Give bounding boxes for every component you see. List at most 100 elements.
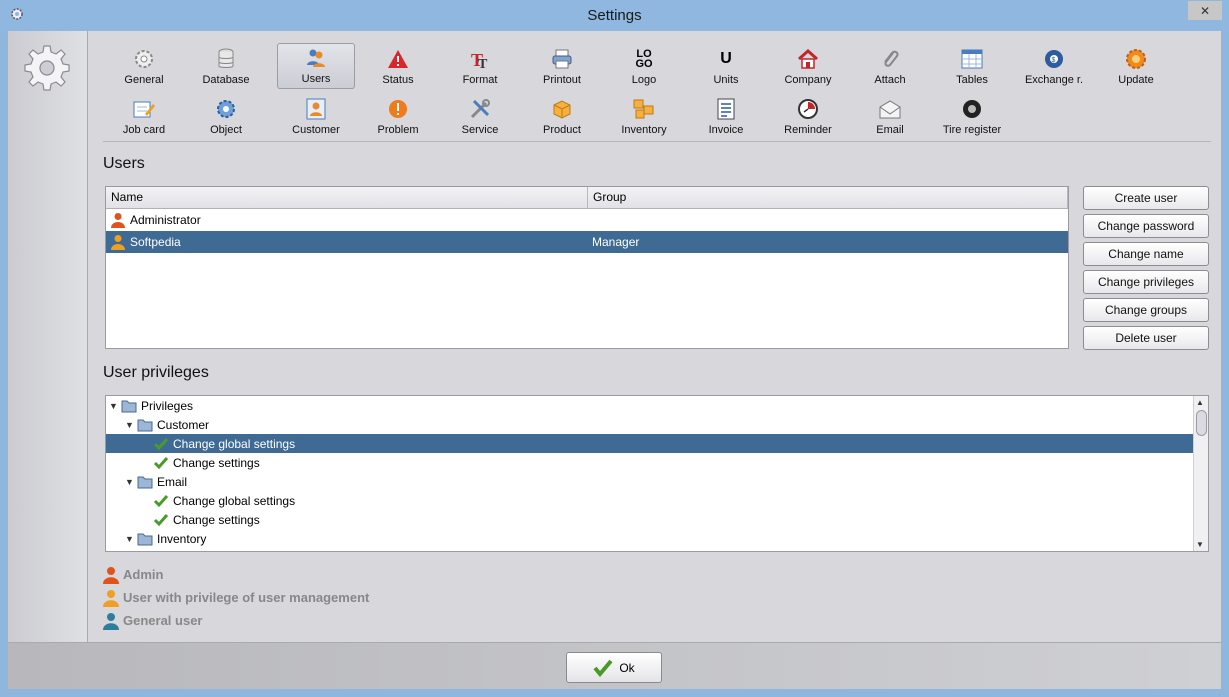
tree-node-customer[interactable]: ▼ Customer <box>106 415 1208 434</box>
tree-label: Change settings <box>173 455 260 470</box>
inventory-icon <box>632 97 656 121</box>
toolbar-status[interactable]: Status <box>359 43 437 89</box>
users-heading: Users <box>103 155 145 172</box>
toolbar-label: Product <box>543 124 581 136</box>
scroll-thumb[interactable] <box>1196 410 1207 436</box>
toolbar-label: Service <box>461 124 499 136</box>
table-icon <box>960 47 984 71</box>
expand-arrow-icon[interactable]: ▼ <box>109 401 119 411</box>
toolbar-label: Object <box>210 124 242 136</box>
tree-node-change-settings[interactable]: Change settings <box>106 510 1208 529</box>
settings-toolbar: General Database Users Status TT Format … <box>105 41 1205 141</box>
scroll-up-icon[interactable]: ▲ <box>1196 398 1204 407</box>
change-password-button[interactable]: Change password <box>1083 214 1209 238</box>
change-privileges-button[interactable]: Change privileges <box>1083 270 1209 294</box>
toolbar-label: Printout <box>543 74 581 86</box>
exchange-icon: $ <box>1042 47 1066 71</box>
tree-node-change-settings[interactable]: Change settings <box>106 453 1208 472</box>
toolbar-service[interactable]: Service <box>441 93 519 139</box>
user-group: Manager <box>592 235 640 249</box>
tree-label: Privileges <box>141 398 194 413</box>
user-type-legend: Admin User with privilege of user manage… <box>103 563 369 632</box>
legend-label: General user <box>123 613 203 628</box>
toolbar-label: Company <box>784 74 832 86</box>
toolbar-format[interactable]: TT Format <box>441 43 519 89</box>
email-icon <box>878 97 902 121</box>
toolbar-attach[interactable]: Attach <box>851 43 929 89</box>
table-row[interactable]: Softpedia Manager <box>106 231 1068 253</box>
checkmark-icon <box>153 494 169 507</box>
table-header: Name Group <box>106 187 1068 209</box>
left-panel <box>8 31 88 642</box>
checkmark-icon <box>153 437 169 450</box>
column-header-name[interactable]: Name <box>106 187 588 208</box>
column-header-group[interactable]: Group <box>588 187 1068 208</box>
toolbar-units[interactable]: U Units <box>687 43 765 89</box>
logo-icon: LO GO <box>635 48 653 70</box>
toolbar-update[interactable]: Update <box>1097 43 1175 89</box>
change-groups-button[interactable]: Change groups <box>1083 298 1209 322</box>
admin-user-icon <box>103 566 119 584</box>
toolbar-invoice[interactable]: Invoice <box>687 93 765 139</box>
manager-user-icon <box>103 589 119 607</box>
privileges-tree[interactable]: ▼ Privileges ▼ Customer Change global se… <box>105 395 1209 552</box>
units-icon: U <box>720 50 732 67</box>
toolbar-label: Invoice <box>708 124 744 136</box>
legend-label: Admin <box>123 567 164 582</box>
delete-user-button[interactable]: Delete user <box>1083 326 1209 350</box>
tree-scrollbar[interactable]: ▲ ▼ <box>1193 396 1208 551</box>
toolbar-database[interactable]: Database <box>187 43 265 89</box>
tree-node-email[interactable]: ▼ Email <box>106 472 1208 491</box>
toolbar-object[interactable]: Object <box>187 93 265 139</box>
close-button[interactable]: ✕ <box>1188 1 1222 20</box>
tree-node-privileges[interactable]: ▼ Privileges <box>106 396 1208 415</box>
title-bar: Settings ✕ <box>0 0 1229 31</box>
toolbar-exchange[interactable]: $ Exchange r. <box>1015 43 1093 89</box>
product-box-icon <box>550 97 574 121</box>
toolbar-reminder[interactable]: Reminder <box>769 93 847 139</box>
scroll-down-icon[interactable]: ▼ <box>1196 540 1204 549</box>
tree-node-change-global-settings[interactable]: Change global settings <box>106 434 1193 453</box>
checkmark-icon <box>153 513 169 526</box>
expand-arrow-icon[interactable]: ▼ <box>125 420 135 430</box>
toolbar-label: Customer <box>292 124 340 136</box>
expand-arrow-icon[interactable]: ▼ <box>125 477 135 487</box>
user-actions: Create user Change password Change name … <box>1083 186 1209 354</box>
change-name-button[interactable]: Change name <box>1083 242 1209 266</box>
toolbar-printout[interactable]: Printout <box>523 43 601 89</box>
tree-node-inventory[interactable]: ▼ Inventory <box>106 529 1208 548</box>
toolbar-tables[interactable]: Tables <box>933 43 1011 89</box>
tree-label: Change settings <box>173 512 260 527</box>
toolbar-logo[interactable]: LO GO Logo <box>605 43 683 89</box>
toolbar-label: Exchange r. <box>1024 74 1084 86</box>
folder-icon <box>121 400 137 412</box>
toolbar-product[interactable]: Product <box>523 93 601 139</box>
tree-label: Change global settings <box>173 493 296 508</box>
toolbar-label: Job card <box>122 124 166 136</box>
toolbar-general[interactable]: General <box>105 43 183 89</box>
toolbar-company[interactable]: Company <box>769 43 847 89</box>
checkmark-icon <box>153 456 169 469</box>
tree-node-change-global-settings[interactable]: Change global settings <box>106 491 1208 510</box>
window-body: General Database Users Status TT Format … <box>8 31 1221 689</box>
admin-user-icon <box>111 213 125 228</box>
toolbar-job-card[interactable]: Job card <box>105 93 183 139</box>
job-card-icon <box>132 97 156 121</box>
window-title: Settings <box>587 7 642 24</box>
toolbar-problem[interactable]: Problem <box>359 93 437 139</box>
expand-arrow-icon[interactable]: ▼ <box>125 534 135 544</box>
toolbar-customer[interactable]: Customer <box>277 93 355 139</box>
legend-item-admin: Admin <box>103 563 369 586</box>
toolbar-inventory[interactable]: Inventory <box>605 93 683 139</box>
toolbar-label: Units <box>713 74 739 86</box>
create-user-button[interactable]: Create user <box>1083 186 1209 210</box>
clock-icon <box>796 97 820 121</box>
toolbar-email[interactable]: Email <box>851 93 929 139</box>
toolbar-label: Tire register <box>942 124 1002 136</box>
table-row[interactable]: Administrator <box>106 209 1068 231</box>
ok-button[interactable]: Ok <box>566 652 662 683</box>
users-table[interactable]: Name Group Administrator Softpedia Manag… <box>105 186 1069 349</box>
invoice-icon <box>714 97 738 121</box>
toolbar-users[interactable]: Users <box>277 43 355 89</box>
toolbar-tire-register[interactable]: Tire register <box>933 93 1011 139</box>
